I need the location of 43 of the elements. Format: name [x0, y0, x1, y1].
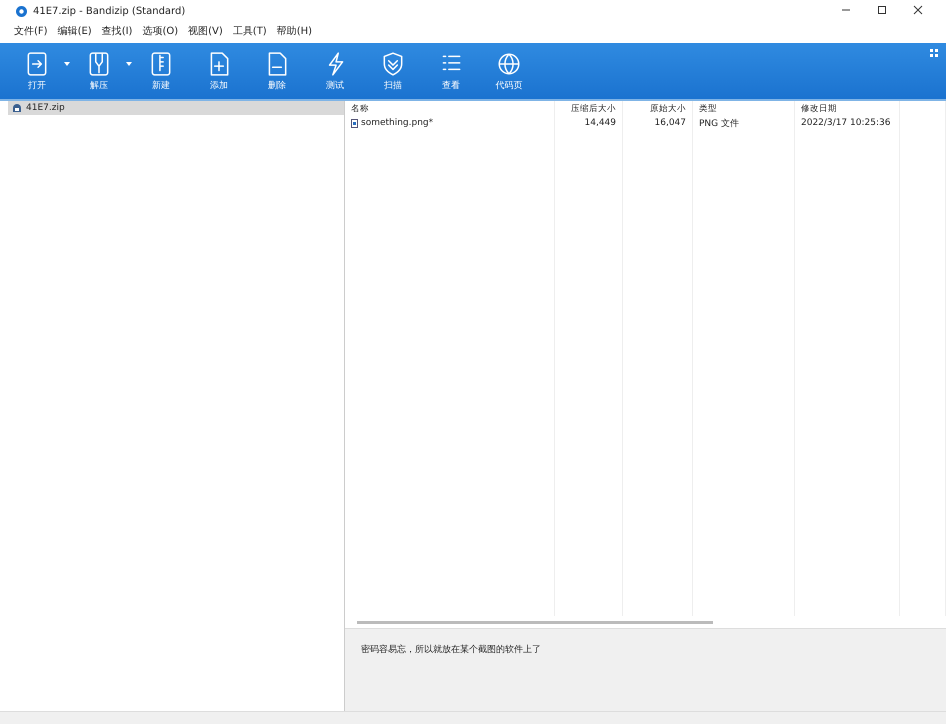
- comment-text: 密码容易忘，所以就放在某个截图的软件上了: [361, 645, 541, 655]
- table-cell: 16,047: [623, 115, 693, 131]
- toolbar-button[interactable]: 查看: [428, 50, 474, 92]
- toolbar-button[interactable]: 打开: [14, 50, 60, 92]
- table-cell: 14,449: [555, 115, 623, 131]
- menu-item[interactable]: 选项(O): [142, 24, 178, 38]
- layout-icon[interactable]: [930, 49, 938, 57]
- maximize-icon: [877, 4, 887, 14]
- toolbar-button[interactable]: 添加: [196, 50, 242, 92]
- column-header[interactable]: 压缩后大小: [555, 101, 623, 115]
- globe-icon: [497, 50, 521, 76]
- column-header[interactable]: 修改日期: [795, 101, 900, 115]
- menu-item[interactable]: 帮助(H): [276, 24, 312, 38]
- column-header[interactable]: 名称: [345, 101, 555, 115]
- scrollbar-thumb[interactable]: [357, 620, 713, 624]
- toolbar-button[interactable]: 新建: [138, 50, 184, 92]
- toolbar-button[interactable]: 删除: [254, 50, 300, 92]
- menu-item[interactable]: 查找(I): [102, 24, 132, 38]
- menu-item[interactable]: 工具(T): [232, 24, 267, 38]
- app-icon: [16, 6, 27, 16]
- menu-item[interactable]: 视图(V): [188, 24, 223, 38]
- column-header[interactable]: 原始大小: [623, 101, 693, 115]
- zipper-icon: [87, 50, 111, 76]
- menu-item[interactable]: 文件(F): [14, 24, 48, 38]
- close-icon: [913, 4, 923, 14]
- shield-icon: [381, 50, 405, 76]
- toolbar-button[interactable]: 扫描: [370, 50, 416, 92]
- toolbar-button[interactable]: 代码页: [486, 50, 532, 92]
- menu-item[interactable]: 编辑(E): [58, 24, 92, 38]
- tree-item[interactable]: 41E7.zip: [8, 101, 344, 115]
- tree-label: 41E7.zip: [26, 103, 65, 113]
- dropdown-caret-icon[interactable]: [64, 62, 70, 66]
- file-name: something.png*: [361, 118, 434, 128]
- window-title: 41E7.zip - Bandizip (Standard): [33, 6, 186, 16]
- archive-icon: [12, 103, 22, 113]
- column-header[interactable]: 类型: [693, 101, 795, 115]
- dropdown-caret-icon[interactable]: [126, 62, 132, 66]
- toolbar-button[interactable]: 解压: [76, 50, 122, 92]
- toolbar-button[interactable]: 测试: [312, 50, 358, 92]
- zipper-file-icon: [149, 50, 173, 76]
- table-cell: PNG 文件: [693, 115, 795, 131]
- table-cell: 2022/3/17 10:25:36: [795, 115, 900, 131]
- image-file-icon: [351, 118, 358, 128]
